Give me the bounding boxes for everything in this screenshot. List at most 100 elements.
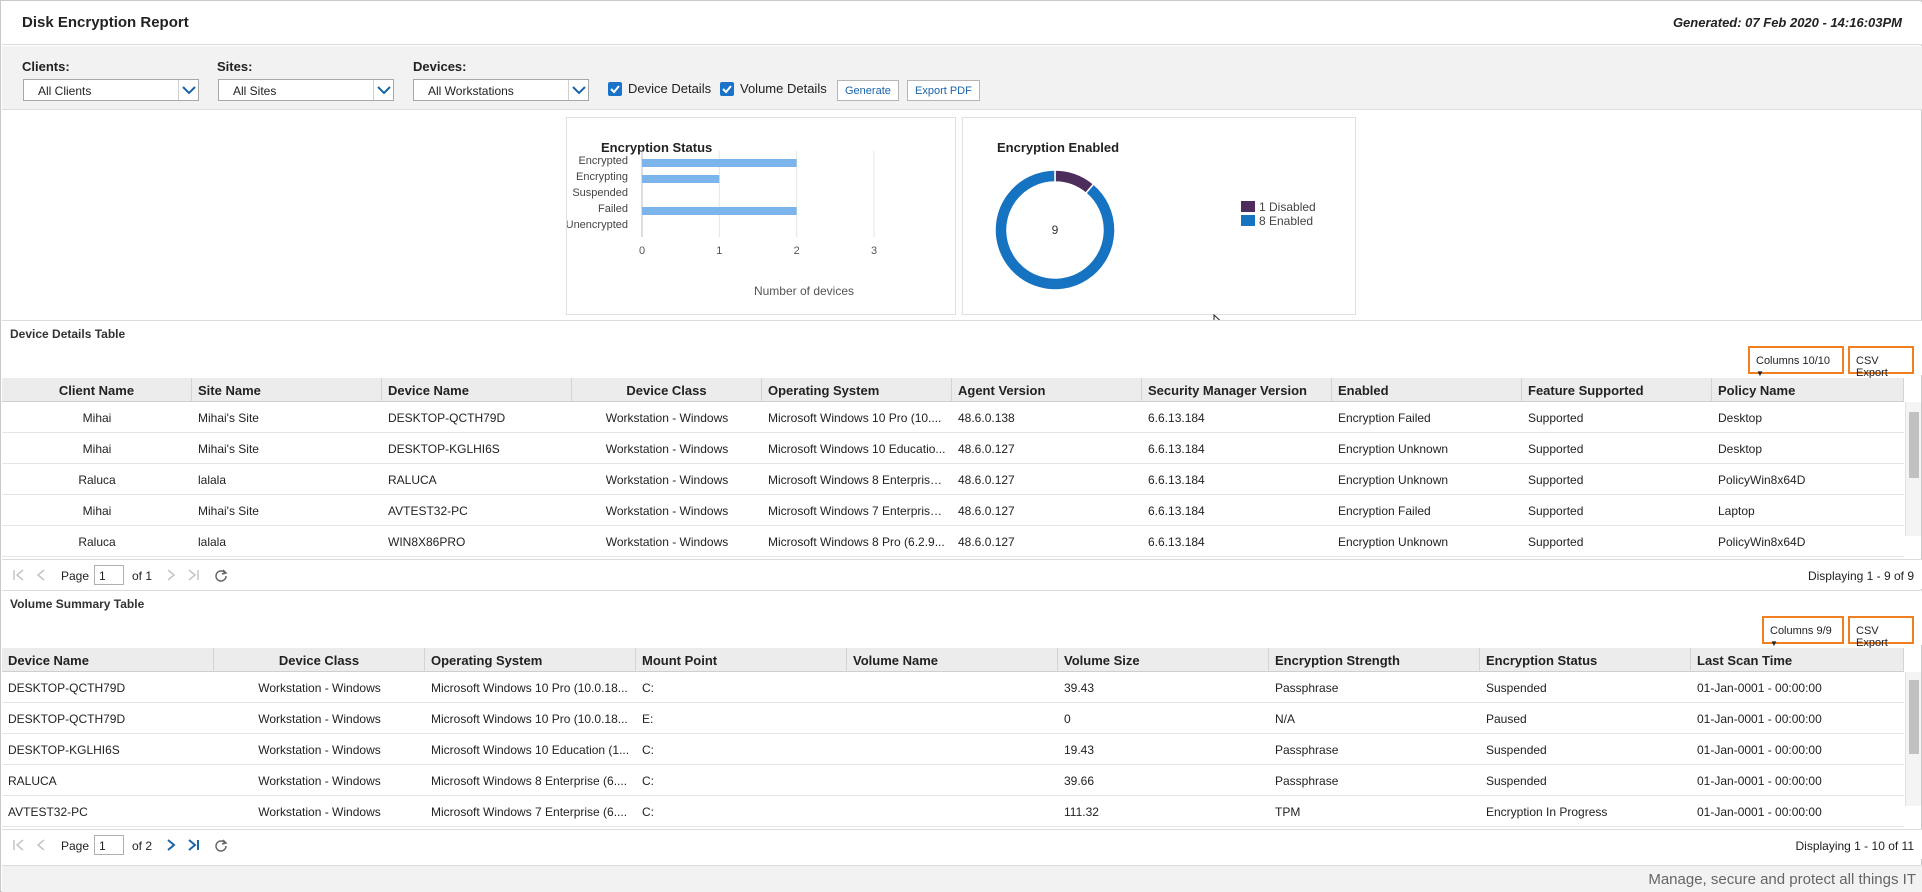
page-number-input[interactable]: 1 [94,565,124,585]
column-header[interactable]: Last Scan Time [1691,648,1904,672]
volume-columns-label: Columns 9/9 [1770,625,1832,637]
table-cell: 0 [1064,712,1071,726]
device-details-toolbar: Columns 10/10 ▼ CSV Export [2,344,1922,379]
table-cell: Encryption Unknown [1338,535,1449,549]
chevron-down-icon[interactable] [178,80,198,100]
table-row[interactable]: Mihai Mihai's Site DESKTOP-KGLHI6S Workstat… [2,433,1904,464]
table-cell: 111.32 [1064,805,1099,819]
chevron-down-icon[interactable] [373,80,393,100]
first-page-icon[interactable] [12,568,26,582]
device-csv-export-button[interactable]: CSV Export [1848,346,1914,379]
table-cell: Supported [1528,473,1584,487]
table-cell: Encryption Failed [1338,504,1431,518]
table-row[interactable]: Mihai Mihai's Site DESKTOP-QCTH79D Workstat… [2,402,1904,433]
column-header[interactable]: Device Class [572,378,762,402]
next-page-icon[interactable] [164,568,178,582]
encryption-status-chart: Encrypted Encrypting Suspended Failed Unencr… [567,151,877,298]
scrollbar-thumb[interactable] [1909,680,1919,754]
table-row[interactable]: RALUCA Workstation - Windows Microsoft Win… [2,765,1904,796]
last-page-icon[interactable] [186,568,200,582]
column-header[interactable]: Policy Name [1712,378,1904,402]
table-cell: Mihai [82,504,112,518]
column-header[interactable]: Enabled [1332,378,1522,402]
device-columns-button[interactable]: Columns 10/10 ▼ [1748,346,1844,378]
refresh-icon[interactable] [214,568,228,582]
column-header[interactable]: Volume Size [1058,648,1269,672]
last-page-icon[interactable] [186,838,200,852]
scrollbar-thumb[interactable] [1909,412,1919,478]
volume-table-scrollbar[interactable] [1905,672,1921,806]
footer: Manage, secure and protect all things IT [2,865,1922,892]
device-columns-label: Columns 10/10 [1756,355,1830,367]
device-details-label: Device Details [628,81,712,96]
table-row[interactable]: DESKTOP-KGLHI6S Workstation - Windows Micr… [2,734,1904,765]
table-row[interactable]: DESKTOP-QCTH79D Workstation - Windows Micr… [2,672,1904,703]
volume-summary-toolbar: Columns 9/9 ▼ CSV Export [2,614,1922,649]
table-cell: C: [642,743,654,757]
previous-page-icon[interactable] [34,838,48,852]
table-row[interactable]: Raluca lalala RALUCA Workstation - Windows M… [2,464,1904,495]
column-header[interactable]: Feature Supported [1522,378,1712,402]
table-row[interactable]: AVTEST32-PC Workstation - Windows Microsof… [2,796,1904,827]
table-cell: Mihai's Site [198,504,259,518]
first-page-icon[interactable] [12,838,26,852]
column-header[interactable]: Volume Name [847,648,1058,672]
devices-select-value: All Workstations [428,84,514,98]
column-header[interactable]: Device Name [382,378,572,402]
column-header[interactable]: Device Class [214,648,425,672]
next-page-icon[interactable] [164,838,178,852]
clients-label: Clients: [22,59,70,74]
page-count: of 1 [132,569,153,583]
table-cell: Workstation - Windows [258,712,381,726]
sites-select-value: All Sites [233,84,277,98]
table-cell: Workstation - Windows [605,504,729,518]
volume-csv-export-button[interactable]: CSV Export [1848,616,1914,649]
table-cell: Mihai's Site [198,442,259,456]
table-cell: Microsoft Windows 8 Pro (6.2.9... [768,535,945,549]
previous-page-icon[interactable] [34,568,48,582]
table-cell: 01-Jan-0001 - 00:00:00 [1697,805,1822,819]
export-pdf-button[interactable]: Export PDF [907,80,980,101]
refresh-icon[interactable] [214,838,228,852]
chevron-down-icon[interactable] [568,80,588,100]
category-label: Failed [598,203,628,215]
table-cell: DESKTOP-QCTH79D [8,681,126,695]
table-cell: Raluca [78,535,116,549]
table-row[interactable]: Raluca lalala WIN8X86PRO Workstation - Wind… [2,526,1904,557]
column-header[interactable]: Operating System [762,378,952,402]
volume-details-checkbox[interactable]: Volume Details [720,81,827,96]
column-header[interactable]: Security Manager Version [1142,378,1332,402]
table-cell: 19.43 [1064,743,1095,757]
page-number-input[interactable]: 1 [94,835,124,855]
sites-select[interactable]: All Sites [218,79,394,101]
table-cell: DESKTOP-QCTH79D [8,712,126,726]
table-cell: 6.6.13.184 [1148,442,1205,456]
checkbox-checked-icon[interactable] [720,81,734,96]
column-header[interactable]: Agent Version [952,378,1142,402]
column-header[interactable]: Operating System [425,648,636,672]
column-header[interactable]: Encryption Strength [1269,648,1480,672]
table-cell: Desktop [1718,411,1763,425]
device-details-checkbox[interactable]: Device Details [608,81,711,96]
column-header[interactable]: Encryption Status [1480,648,1691,672]
generate-button[interactable]: Generate [837,80,899,101]
column-header[interactable]: Client Name [2,378,192,402]
volume-table-header: Device Name Device Class Operating System M… [2,648,1904,672]
devices-label: Devices: [413,59,467,74]
table-cell: Supported [1528,504,1584,518]
devices-select[interactable]: All Workstations [413,79,589,101]
table-row[interactable]: DESKTOP-QCTH79D Workstation - Windows Micr… [2,703,1904,734]
table-cell: 39.66 [1064,774,1095,788]
volume-columns-button[interactable]: Columns 9/9 ▼ [1762,616,1844,648]
checkbox-checked-icon[interactable] [608,81,622,96]
column-header[interactable]: Mount Point [636,648,847,672]
column-header[interactable]: Device Name [2,648,214,672]
column-header[interactable]: Site Name [192,378,382,402]
clients-select[interactable]: All Clients [23,79,199,101]
encryption-status-panel: Encryption Status Encrypted Encrypting Sus… [566,117,956,315]
table-cell: Microsoft Windows 10 Pro (10.0.18... [431,712,628,726]
table-row[interactable]: Mihai Mihai's Site AVTEST32-PC Workstation … [2,495,1904,526]
device-table-scrollbar[interactable] [1905,402,1921,536]
table-cell: 48.6.0.138 [958,411,1015,425]
table-cell: 48.6.0.127 [958,473,1015,487]
